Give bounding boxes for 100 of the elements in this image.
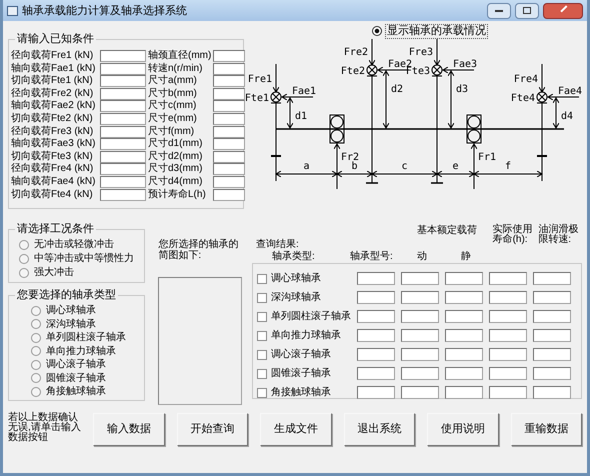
result-field[interactable] <box>445 386 483 399</box>
checkbox[interactable] <box>257 292 267 302</box>
result-field[interactable] <box>401 367 439 380</box>
radio-button[interactable] <box>19 268 29 278</box>
action-button[interactable]: 输入数据 <box>93 413 165 446</box>
input-field[interactable] <box>213 138 245 150</box>
option-label: 单列圆柱滚子轴承 <box>46 331 126 344</box>
action-button[interactable]: 使用说明 <box>427 413 499 446</box>
result-field[interactable] <box>401 272 439 285</box>
result-field[interactable] <box>357 348 395 361</box>
input-field[interactable] <box>213 75 245 88</box>
result-field[interactable] <box>489 386 527 399</box>
action-button[interactable]: 重输数据 <box>510 413 582 446</box>
dimension-label: e <box>452 161 459 172</box>
radio-button[interactable] <box>31 306 41 316</box>
input-field[interactable] <box>213 62 245 75</box>
field-label: 尺寸d2(mm) <box>148 150 204 162</box>
dimension-label: f <box>504 161 512 172</box>
result-field[interactable] <box>445 348 483 361</box>
result-field[interactable] <box>357 272 395 285</box>
result-field[interactable] <box>357 291 395 304</box>
input-field[interactable] <box>100 126 146 138</box>
checkbox[interactable] <box>257 274 267 284</box>
input-field[interactable] <box>100 62 146 75</box>
radio-button[interactable] <box>31 319 41 329</box>
result-field[interactable] <box>445 272 483 285</box>
result-field[interactable] <box>533 310 571 323</box>
field-label: 尺寸e(mm) <box>148 112 198 125</box>
input-field[interactable] <box>100 112 146 125</box>
result-field[interactable] <box>445 291 483 304</box>
checkbox[interactable] <box>257 350 267 360</box>
result-field[interactable] <box>533 272 571 285</box>
result-field[interactable] <box>533 367 571 380</box>
action-button[interactable]: 退出系统 <box>344 413 416 446</box>
checkbox[interactable] <box>257 330 267 340</box>
input-field[interactable] <box>213 176 245 188</box>
result-field[interactable] <box>489 291 527 304</box>
result-field[interactable] <box>401 291 439 304</box>
action-button[interactable]: 开始查询 <box>176 413 248 446</box>
close-button[interactable] <box>543 2 583 18</box>
radio-button[interactable] <box>19 240 29 250</box>
dimension-label: d1 <box>295 111 308 122</box>
result-field[interactable] <box>489 272 527 285</box>
input-field[interactable] <box>100 75 146 88</box>
result-field[interactable] <box>401 348 439 361</box>
input-field[interactable] <box>100 88 146 100</box>
input-field[interactable] <box>213 100 245 112</box>
radio-button[interactable] <box>31 373 41 383</box>
result-field[interactable] <box>533 329 571 342</box>
field-label: 轴向载荷Fae4 (kN) <box>11 176 96 188</box>
input-field[interactable] <box>213 50 245 62</box>
input-field[interactable] <box>100 50 146 62</box>
result-field[interactable] <box>445 367 483 380</box>
result-field[interactable] <box>533 386 571 399</box>
result-field[interactable] <box>489 348 527 361</box>
checkbox[interactable] <box>257 312 267 322</box>
input-field[interactable] <box>213 188 245 201</box>
input-field[interactable] <box>100 188 146 201</box>
sketch-caption: 您所选择的轴承的简图如下: <box>158 239 240 261</box>
force-label: Fte3 <box>406 66 430 77</box>
result-field[interactable] <box>533 291 571 304</box>
radio-button[interactable] <box>31 386 41 396</box>
checkbox[interactable] <box>257 388 267 398</box>
dimension-label: d4 <box>561 111 574 122</box>
result-field[interactable] <box>357 329 395 342</box>
input-field[interactable] <box>100 176 146 188</box>
maximize-button[interactable] <box>515 2 539 18</box>
action-button[interactable]: 生成文件 <box>260 413 332 446</box>
force-label: Fae4 <box>558 86 582 97</box>
input-field[interactable] <box>213 150 245 163</box>
input-field[interactable] <box>100 138 146 150</box>
result-field[interactable] <box>401 329 439 342</box>
radio-button[interactable] <box>31 346 41 356</box>
input-field[interactable] <box>100 100 146 112</box>
radio-button[interactable] <box>372 26 382 36</box>
result-field[interactable] <box>401 386 439 399</box>
result-field[interactable] <box>357 367 395 380</box>
result-field[interactable] <box>489 310 527 323</box>
result-field[interactable] <box>445 329 483 342</box>
field-label: 径向载荷Fre3 (kN) <box>11 126 94 138</box>
input-field[interactable] <box>100 163 146 176</box>
input-field[interactable] <box>213 88 245 100</box>
column-header: 静 <box>460 251 472 263</box>
result-field[interactable] <box>357 386 395 399</box>
radio-button[interactable] <box>31 332 41 342</box>
result-field[interactable] <box>489 367 527 380</box>
result-field[interactable] <box>357 310 395 323</box>
input-field[interactable] <box>100 150 146 163</box>
result-field[interactable] <box>489 329 527 342</box>
input-field[interactable] <box>213 163 245 176</box>
force-label: Fte1 <box>246 93 269 104</box>
checkbox[interactable] <box>257 368 267 378</box>
radio-button[interactable] <box>31 360 41 370</box>
minimize-button[interactable] <box>487 2 511 18</box>
result-field[interactable] <box>445 310 483 323</box>
result-field[interactable] <box>401 310 439 323</box>
input-field[interactable] <box>213 126 245 138</box>
result-field[interactable] <box>533 348 571 361</box>
input-field[interactable] <box>213 112 245 125</box>
radio-button[interactable] <box>19 254 29 264</box>
